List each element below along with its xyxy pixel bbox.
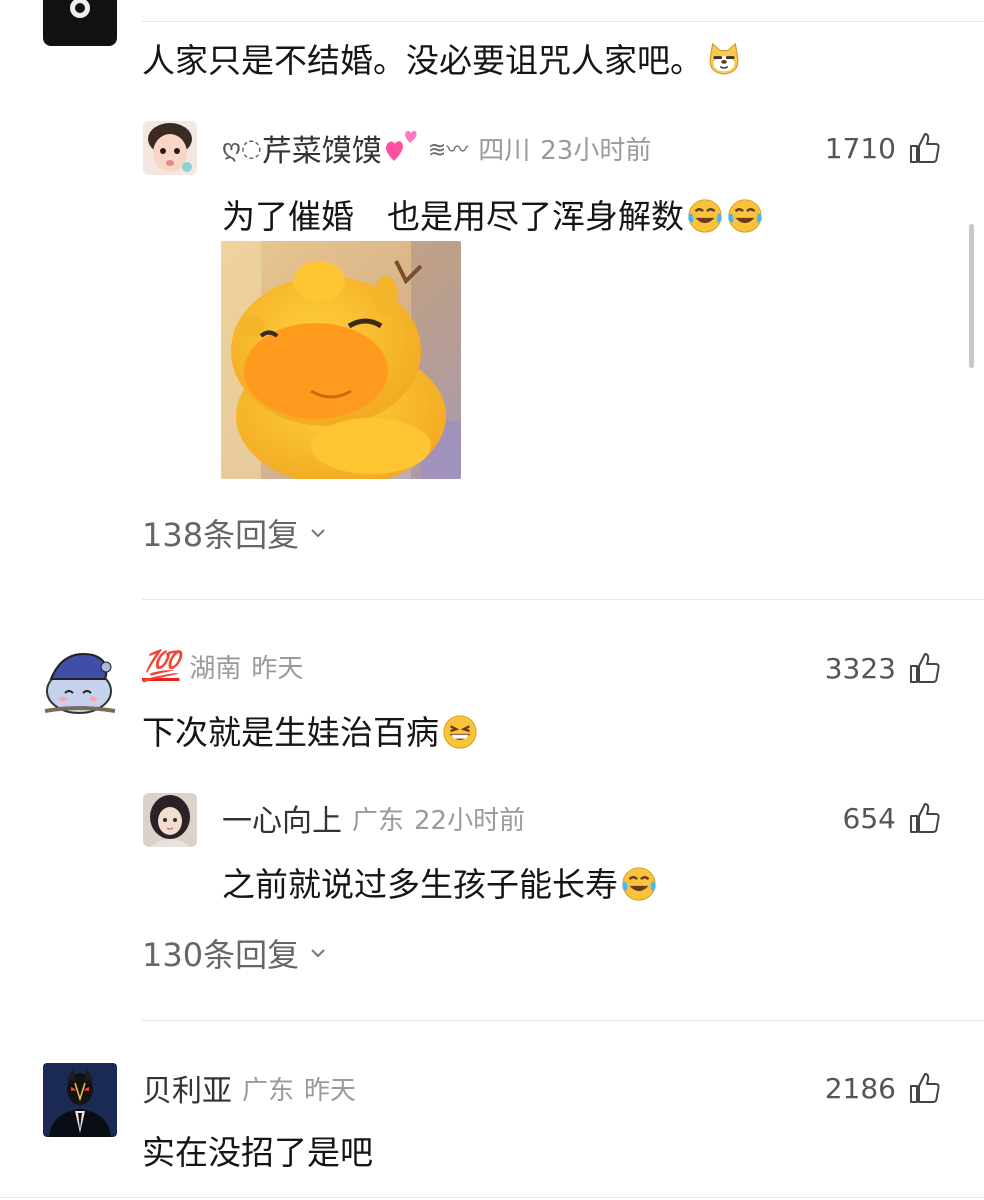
chevron-down-icon: [311, 529, 325, 538]
two-hearts-icon: [385, 130, 417, 161]
tears-of-joy-emoji: [688, 199, 722, 233]
comment-text: 实在没招了是吧: [142, 1133, 373, 1172]
like-button[interactable]: 2186: [825, 1068, 942, 1108]
thumbs-up-icon: [910, 133, 940, 163]
reply-header: ღ◌ 芹菜馍馍 ≋︎〰 四川 23小时前: [222, 126, 652, 170]
thumbs-up-icon: [910, 653, 940, 683]
like-count: 3323: [824, 651, 896, 685]
comment-divider: [142, 599, 984, 600]
reply-text: 为了催婚 也是用尽了浑身解数: [222, 190, 764, 238]
reply-avatar[interactable]: [143, 121, 197, 175]
comment-header: 贝利亚 广东 昨天: [142, 1066, 357, 1110]
comment-text: 下次就是生娃治百病: [142, 706, 479, 754]
like-button[interactable]: 654: [843, 798, 942, 838]
tears-of-joy-emoji: [728, 199, 762, 233]
avatar[interactable]: [43, 1063, 117, 1137]
comment-username[interactable]: 贝利亚: [142, 1066, 232, 1110]
tears-of-joy-emoji: [622, 867, 656, 901]
comment-location: 湖南: [189, 653, 242, 684]
comment-location: 广东: [242, 1075, 295, 1106]
bottom-divider: [0, 1197, 984, 1198]
more-replies-link[interactable]: 130条回复: [142, 930, 329, 976]
like-button[interactable]: 1710: [825, 128, 942, 168]
top-divider: [142, 21, 984, 22]
comment-time: 昨天: [304, 1075, 357, 1106]
thumbs-up-icon: [910, 1073, 940, 1103]
reply-time: 23小时前: [540, 135, 652, 166]
reply-username[interactable]: 一心向上: [222, 796, 342, 840]
comment-text: 人家只是不结婚。没必要诅咒人家吧。: [142, 34, 743, 82]
like-count: 2186: [824, 1071, 896, 1105]
thumbs-up-icon: [910, 803, 940, 833]
reply-sticker-image[interactable]: [221, 241, 461, 479]
comment-header: 💯 湖南 昨天: [142, 646, 303, 686]
comment-divider: [142, 1020, 984, 1021]
reply-location: 广东: [352, 805, 405, 836]
avatar[interactable]: [43, 641, 117, 717]
like-count: 654: [842, 801, 896, 835]
reply-text: 之前就说过多生孩子能长寿: [222, 858, 658, 906]
grinning-sweat-emoji: [443, 715, 477, 749]
chevron-down-icon: [311, 949, 325, 958]
reply-time: 22小时前: [414, 805, 526, 836]
reply-username[interactable]: 芹菜馍馍: [262, 126, 382, 170]
comment-username[interactable]: 💯: [142, 649, 179, 684]
like-count: 1710: [824, 131, 896, 165]
like-button[interactable]: 3323: [825, 648, 942, 688]
reply-location: 四川: [478, 135, 531, 166]
reply-header: 一心向上 广东 22小时前: [222, 796, 526, 840]
reply-avatar[interactable]: [143, 793, 197, 847]
cat-face-emoji: [709, 42, 739, 75]
username-prefix: ღ◌: [222, 134, 262, 162]
more-replies-link[interactable]: 138条回复: [142, 510, 329, 556]
scrollbar[interactable]: [969, 224, 974, 368]
comment-time: 昨天: [251, 653, 304, 684]
username-suffix: ≋︎〰: [427, 138, 469, 163]
avatar[interactable]: [43, 0, 117, 46]
